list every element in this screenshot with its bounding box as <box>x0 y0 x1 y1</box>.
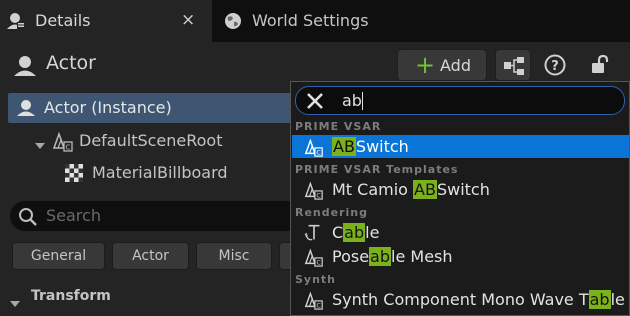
unlock-icon <box>592 54 609 73</box>
svg-text:C: C <box>316 150 321 157</box>
actor-icon <box>13 55 37 81</box>
scene-component-icon: C <box>304 137 324 161</box>
component-item-label: ABSwitch <box>332 137 409 156</box>
svg-text:C: C <box>316 193 321 200</box>
scene-component-icon: C <box>52 130 74 156</box>
blueprint-button[interactable] <box>495 49 531 81</box>
add-button-label: Add <box>440 56 471 75</box>
tree-item-label: Actor (Instance) <box>44 98 172 117</box>
filter-general-button[interactable]: General <box>12 242 105 270</box>
actor-icon <box>16 99 36 121</box>
chevron-down-icon[interactable] <box>34 135 46 154</box>
tab-bar: Details × World Settings <box>0 0 630 42</box>
search-query: ab <box>342 91 362 110</box>
add-component-dropdown: ab PRIME VSAR C ABSwitch PRIME VSAR Temp… <box>290 81 630 316</box>
globe-icon <box>224 12 242 34</box>
category-header: PRIME VSAR <box>295 120 382 133</box>
tree-item-default-scene-root[interactable]: C DefaultSceneRoot <box>8 126 308 156</box>
tree-item-label: MaterialBillboard <box>92 163 228 182</box>
component-item-label: Poseable Mesh <box>332 247 453 266</box>
component-item-mt-camio-abswitch[interactable]: C Mt Camio ABSwitch <box>292 178 629 201</box>
section-title: Transform <box>31 288 111 304</box>
checkerboard-icon <box>65 164 83 186</box>
clear-search-icon[interactable] <box>306 92 324 114</box>
component-item-label: Cable <box>332 223 380 242</box>
tab-world-settings-label: World Settings <box>252 11 369 30</box>
page-title: Actor <box>46 52 96 74</box>
filter-misc-button[interactable]: Misc <box>196 242 272 270</box>
tab-details[interactable]: Details × <box>0 0 212 42</box>
component-item-label: Synth Component Mono Wave Table <box>332 290 625 309</box>
blueprint-icon <box>504 57 524 75</box>
tree-item-label: DefaultSceneRoot <box>79 131 223 150</box>
add-component-button[interactable]: + Add <box>397 49 487 81</box>
details-search-input[interactable]: Search <box>10 201 300 231</box>
help-icon: ? <box>544 54 566 76</box>
svg-text:C: C <box>66 144 71 152</box>
component-search-input[interactable]: ab <box>295 86 625 115</box>
component-item-cable[interactable]: Cable <box>292 221 629 244</box>
component-item-abswitch[interactable]: C ABSwitch <box>292 135 629 158</box>
component-item-poseable-mesh[interactable]: C Poseable Mesh <box>292 245 629 268</box>
tab-details-label: Details <box>35 11 91 30</box>
svg-text:C: C <box>316 303 321 310</box>
chevron-down-icon <box>9 293 21 312</box>
tab-world-settings[interactable]: World Settings <box>214 0 414 42</box>
lock-button[interactable] <box>584 49 616 81</box>
close-icon[interactable]: × <box>181 10 195 30</box>
plus-icon: + <box>415 51 436 79</box>
component-item-label: Mt Camio ABSwitch <box>332 180 490 199</box>
search-placeholder: Search <box>46 206 101 225</box>
cable-icon <box>304 223 324 247</box>
section-transform[interactable]: Transform <box>0 283 300 311</box>
category-header: Synth <box>295 273 337 286</box>
scene-component-icon: C <box>304 247 324 271</box>
category-header: PRIME VSAR Templates <box>295 163 459 176</box>
search-icon <box>19 208 37 226</box>
tree-item-actor-instance[interactable]: Actor (Instance) <box>8 93 308 123</box>
text-cursor <box>362 92 363 110</box>
scene-component-icon: C <box>304 180 324 204</box>
svg-text:C: C <box>316 260 321 267</box>
category-header: Rendering <box>295 206 368 219</box>
scene-component-icon: C <box>304 290 324 314</box>
help-button[interactable]: ? <box>539 49 571 81</box>
component-item-synth-mono-wave-table[interactable]: C Synth Component Mono Wave Table <box>292 288 629 311</box>
details-icon <box>6 12 26 34</box>
svg-text:?: ? <box>551 59 559 74</box>
tree-item-material-billboard[interactable]: MaterialBillboard <box>8 158 308 188</box>
filter-actor-button[interactable]: Actor <box>112 242 189 270</box>
